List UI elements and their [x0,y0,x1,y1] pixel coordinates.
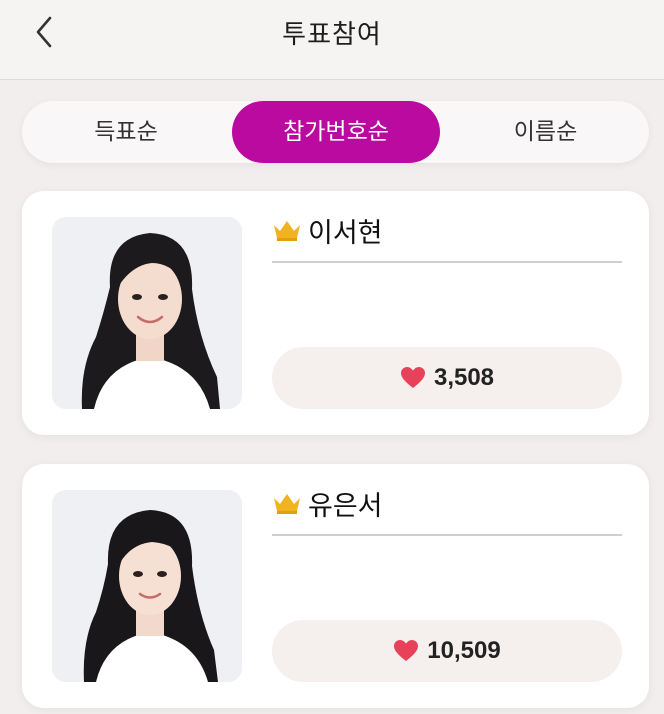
tab-sort-by-entry-number[interactable]: 참가번호순 [232,101,440,163]
vote-button[interactable]: 3,508 [272,347,622,409]
vote-count: 3,508 [433,364,495,391]
candidate-photo [52,490,242,682]
divider [272,534,622,536]
vote-count: 10,509 [427,637,501,664]
candidate-name: 이서현 [308,218,383,249]
candidate-photo [52,217,242,409]
tab-sort-by-votes[interactable]: 득표순 [22,101,230,163]
vote-button[interactable]: 10,509 [272,620,622,682]
candidate-name: 유은서 [308,491,383,522]
heart-icon [400,367,425,388]
candidate-card[interactable]: 유은서 10,509 [22,464,649,708]
crown-icon [274,494,300,514]
page-title: 투표참여 [282,20,382,50]
heart-icon [394,640,419,661]
crown-icon [274,221,300,241]
divider [272,261,622,263]
header-bar: 투표참여 [0,0,664,80]
sort-tabs: 득표순 참가번호순 이름순 [22,101,649,163]
candidate-card[interactable]: 이서현 3,508 [22,191,649,435]
tab-sort-by-name[interactable]: 이름순 [442,101,649,163]
